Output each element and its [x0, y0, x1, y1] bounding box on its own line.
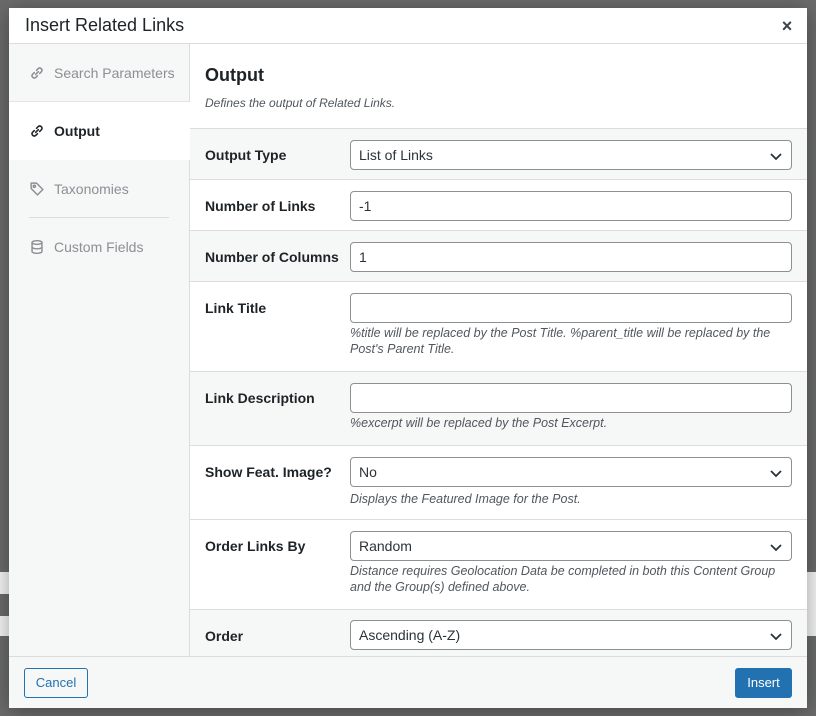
number-of-columns-label: Number of Columns [205, 249, 339, 265]
link-description-help: %excerpt will be replaced by the Post Ex… [350, 416, 608, 430]
order-links-by-value: Random [359, 538, 412, 554]
order-label: Order [205, 628, 244, 644]
insert-button[interactable]: Insert [735, 668, 792, 698]
link-title-label: Link Title [205, 300, 267, 316]
link-title-input[interactable] [350, 293, 792, 323]
sidebar: Search Parameters Output Taxonomies Cust… [9, 44, 190, 656]
output-type-row: Output Type List of Links [190, 129, 807, 180]
background-strip [807, 572, 816, 636]
sidebar-item-custom-fields[interactable]: Custom Fields [9, 218, 189, 276]
number-of-links-input[interactable]: -1 [350, 191, 792, 221]
cancel-button[interactable]: Cancel [24, 668, 88, 698]
sidebar-item-label: Output [54, 123, 100, 139]
modal-footer: Cancel Insert [9, 656, 807, 708]
order-links-by-help: Distance requires Geolocation Data be co… [350, 564, 776, 594]
order-links-by-row: Order Links By Random Distance requires … [190, 520, 807, 610]
number-of-columns-input[interactable]: 1 [350, 242, 792, 272]
output-type-select[interactable]: List of Links [350, 140, 792, 170]
section-title: Output [205, 65, 264, 85]
section-description: Defines the output of Related Links. [205, 96, 396, 110]
show-feat-image-value: No [359, 464, 377, 480]
sidebar-item-taxonomies[interactable]: Taxonomies [9, 160, 189, 218]
tag-icon [28, 180, 46, 198]
sidebar-item-output[interactable]: Output [9, 102, 190, 160]
number-of-columns-row: Number of Columns 1 [190, 231, 807, 282]
insert-related-links-modal: Insert Related Links × Search Parameters… [9, 8, 807, 708]
link-title-help: %title will be replaced by the Post Titl… [350, 326, 771, 356]
chevron-down-icon [770, 153, 782, 161]
link-icon [28, 64, 46, 82]
background-strip [0, 572, 9, 594]
number-of-links-row: Number of Links -1 [190, 180, 807, 231]
order-links-by-select[interactable]: Random [350, 531, 792, 561]
order-links-by-label: Order Links By [205, 538, 306, 554]
show-feat-image-help: Displays the Featured Image for the Post… [350, 492, 581, 506]
order-select[interactable]: Ascending (A-Z) [350, 620, 792, 650]
order-value: Ascending (A-Z) [359, 627, 461, 643]
output-panel: Output Defines the output of Related Lin… [190, 44, 807, 656]
link-description-label: Link Description [205, 390, 315, 406]
output-type-value: List of Links [359, 147, 433, 163]
show-feat-image-row: Show Feat. Image? No Displays the Featur… [190, 446, 807, 520]
link-description-input[interactable] [350, 383, 792, 413]
link-title-row: Link Title %title will be replaced by th… [190, 282, 807, 372]
modal-title: Insert Related Links [25, 15, 185, 35]
section-header: Output Defines the output of Related Lin… [190, 44, 807, 129]
show-feat-image-select[interactable]: No [350, 457, 792, 487]
sidebar-item-search-parameters[interactable]: Search Parameters [9, 44, 189, 102]
background-strip [0, 616, 9, 636]
sidebar-item-label: Search Parameters [54, 65, 175, 81]
order-row: Order Ascending (A-Z) [190, 610, 807, 656]
chevron-down-icon [770, 470, 782, 478]
sidebar-item-label: Custom Fields [54, 239, 144, 255]
link-icon [28, 122, 46, 140]
link-description-row: Link Description %excerpt will be replac… [190, 372, 807, 446]
show-feat-image-label: Show Feat. Image? [205, 464, 332, 480]
database-icon [28, 238, 46, 256]
chevron-down-icon [770, 544, 782, 552]
chevron-down-icon [770, 633, 782, 641]
modal-header: Insert Related Links × [9, 8, 807, 44]
sidebar-item-label: Taxonomies [54, 181, 129, 197]
number-of-links-label: Number of Links [205, 198, 316, 214]
output-type-label: Output Type [205, 147, 287, 163]
close-button[interactable]: × [773, 12, 801, 40]
